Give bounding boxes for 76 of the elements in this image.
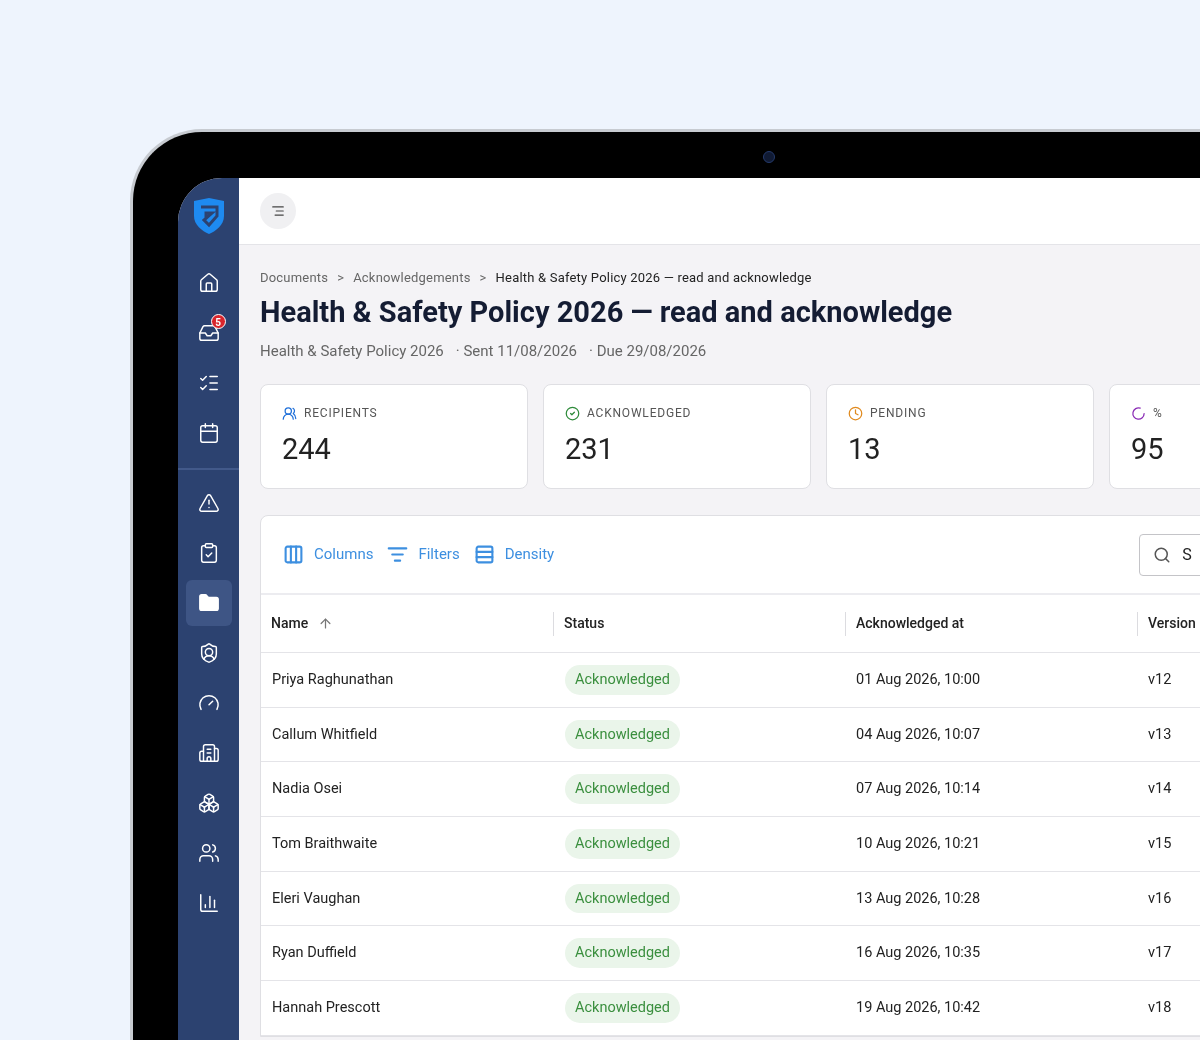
status-chip: Acknowledged bbox=[565, 829, 680, 859]
boxes-icon bbox=[197, 792, 220, 814]
table-cell: v12 bbox=[1148, 670, 1172, 688]
breadcrumb-link[interactable]: Health & Safety Policy 2026 — read and acknowledge bbox=[495, 268, 812, 288]
status-chip: Acknowledged bbox=[565, 938, 680, 969]
check-circle-icon bbox=[565, 405, 580, 421]
table-cell: Tom Braithwaite bbox=[272, 835, 378, 853]
stat-label: RECIPIENTS bbox=[304, 405, 378, 422]
status-chip: Acknowledged bbox=[565, 719, 680, 750]
table-cell: Hannah Prescott bbox=[272, 999, 381, 1017]
table-cell: 04 Aug 2026, 10:07 bbox=[856, 725, 981, 743]
calendar-icon bbox=[197, 422, 220, 444]
progress-ring-icon bbox=[1131, 405, 1146, 421]
breadcrumb-separator: > bbox=[337, 269, 345, 287]
table-cell: 07 Aug 2026, 10:14 bbox=[856, 780, 981, 798]
table-cell: v16 bbox=[1148, 889, 1172, 907]
stat-value: 95 bbox=[1131, 431, 1165, 468]
stat-value: 231 bbox=[565, 431, 615, 468]
clock-icon bbox=[848, 405, 863, 421]
menu-icon bbox=[271, 204, 285, 218]
search-field[interactable]: S bbox=[1139, 533, 1200, 576]
toolbar-button[interactable]: Density bbox=[473, 543, 555, 566]
column-header[interactable]: Version bbox=[1148, 613, 1196, 634]
filter-icon bbox=[387, 544, 409, 565]
table-cell: 16 Aug 2026, 10:35 bbox=[856, 944, 981, 962]
sidebar-item[interactable] bbox=[185, 580, 232, 626]
table-cell: 01 Aug 2026, 10:00 bbox=[856, 670, 981, 688]
status-chip: Acknowledged bbox=[565, 883, 680, 914]
folder-icon bbox=[197, 592, 220, 614]
table-cell: Callum Whitfield bbox=[272, 725, 378, 743]
toolbar-button[interactable]: Columns bbox=[283, 543, 374, 566]
status-chip: Acknowledged bbox=[565, 664, 680, 695]
density-icon bbox=[473, 544, 495, 565]
page-title: Health & Safety Policy 2026 — read and acknowledge bbox=[260, 293, 954, 331]
table-cell: v15 bbox=[1148, 835, 1172, 853]
sidebar-item[interactable]: 5 bbox=[185, 310, 232, 356]
stat-value: 13 bbox=[848, 431, 882, 468]
people-icon bbox=[197, 842, 220, 864]
notification-badge: 5 bbox=[210, 314, 226, 329]
menu-button[interactable] bbox=[260, 193, 296, 229]
building-icon bbox=[197, 742, 220, 764]
table-cell: Ryan Duffield bbox=[272, 944, 357, 962]
meta-text: Health & Safety Policy 2026 bbox=[260, 340, 444, 362]
table-cell: v17 bbox=[1148, 944, 1172, 962]
camera-icon bbox=[763, 151, 775, 163]
stat-label: ACKNOWLEDGED bbox=[587, 405, 692, 422]
table-cell: Priya Raghunathan bbox=[272, 670, 394, 688]
breadcrumb-separator: > bbox=[479, 269, 487, 287]
bar-chart-icon bbox=[197, 892, 220, 914]
table-cell: 13 Aug 2026, 10:28 bbox=[856, 889, 981, 907]
column-header[interactable]: Status bbox=[564, 613, 605, 634]
column-header[interactable]: Acknowledged at bbox=[856, 613, 964, 634]
column-header[interactable]: Name bbox=[271, 613, 334, 634]
table-cell: v18 bbox=[1148, 999, 1172, 1017]
search-icon bbox=[1153, 545, 1172, 564]
meta-text: · Due 29/08/2026 bbox=[589, 340, 707, 362]
columns-icon bbox=[283, 544, 304, 565]
stat-value: 244 bbox=[282, 431, 332, 468]
table-cell: v14 bbox=[1148, 780, 1172, 798]
status-chip: Acknowledged bbox=[565, 993, 680, 1023]
breadcrumb-link[interactable]: Acknowledgements bbox=[353, 268, 471, 288]
warning-icon bbox=[197, 492, 220, 514]
toolbar-button[interactable]: Filters bbox=[387, 543, 460, 566]
stat-label: PENDING bbox=[870, 405, 927, 422]
table-cell: 19 Aug 2026, 10:42 bbox=[856, 999, 981, 1017]
table-cell: v13 bbox=[1148, 725, 1172, 743]
meta-text: · Sent 11/08/2026 bbox=[455, 340, 578, 362]
home-icon bbox=[197, 272, 220, 294]
table-cell: Nadia Osei bbox=[272, 780, 343, 798]
logo-icon bbox=[191, 198, 226, 234]
breadcrumb-link[interactable]: Documents bbox=[260, 268, 329, 288]
status-chip: Acknowledged bbox=[565, 774, 680, 805]
people-icon bbox=[282, 405, 297, 421]
stat-label: % bbox=[1153, 405, 1163, 422]
table-cell: Eleri Vaughan bbox=[272, 889, 361, 907]
table-cell: 10 Aug 2026, 10:21 bbox=[856, 835, 981, 853]
